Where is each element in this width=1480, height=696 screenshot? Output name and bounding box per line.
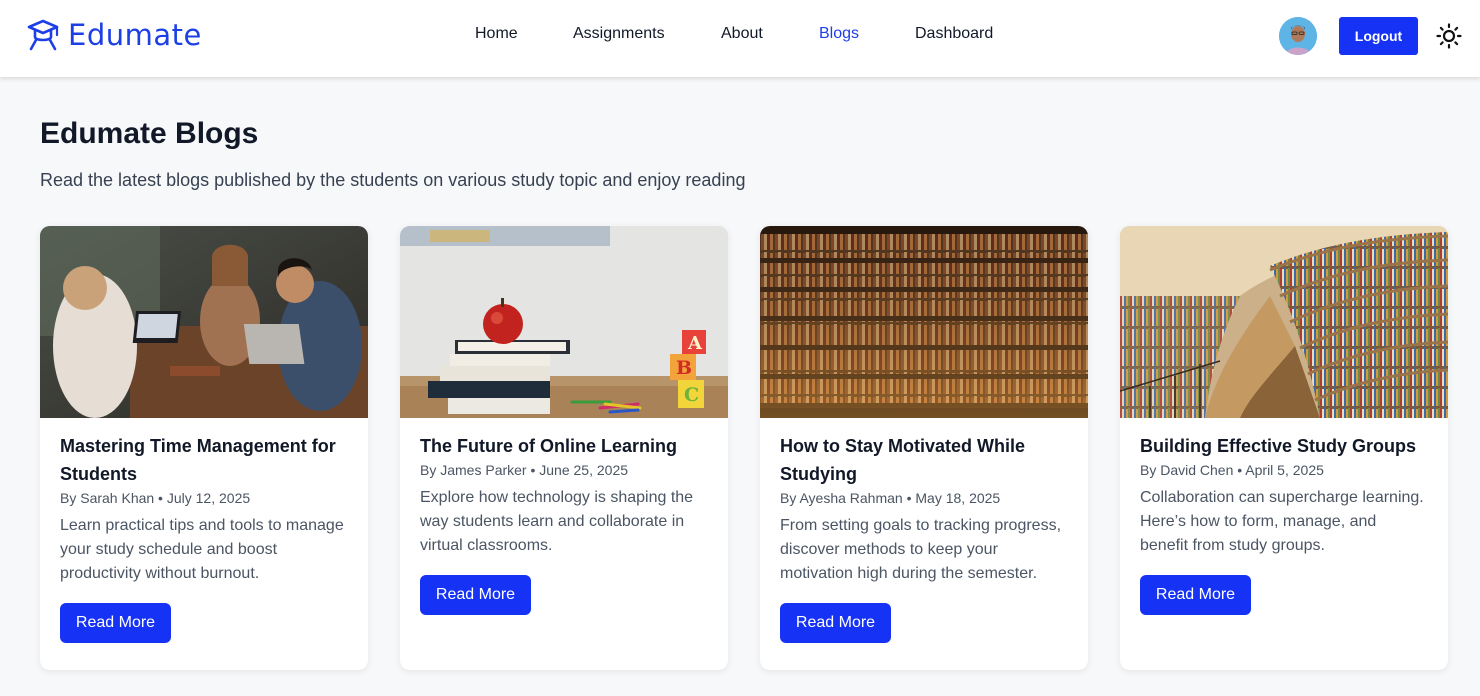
read-more-button[interactable]: Read More	[1140, 575, 1251, 615]
nav-assignments[interactable]: Assignments	[573, 25, 665, 43]
sun-icon[interactable]	[1436, 23, 1462, 49]
blog-title[interactable]: Mastering Time Management for Students	[60, 432, 348, 488]
read-more-button[interactable]: Read More	[60, 603, 171, 643]
svg-text:B: B	[676, 357, 692, 379]
nav-home[interactable]: Home	[475, 25, 518, 43]
blog-card: How to Stay Motivated While Studying By …	[760, 226, 1088, 670]
blog-meta: By Ayesha Rahman • May 18, 2025	[780, 490, 1001, 506]
nav-about[interactable]: About	[721, 25, 763, 43]
blog-description: Learn practical tips and tools to manage…	[60, 517, 344, 582]
logout-button[interactable]: Logout	[1339, 17, 1418, 55]
page-subtitle: Read the latest blogs published by the s…	[40, 170, 746, 190]
blog-image-apple-books: A B C	[400, 226, 728, 418]
blog-title[interactable]: Building Effective Study Groups	[1140, 432, 1428, 460]
top-navbar: Edumate Home Assignments About Blogs Das…	[0, 0, 1480, 77]
blog-title[interactable]: How to Stay Motivated While Studying	[780, 432, 1068, 488]
blog-card: Mastering Time Management for Students B…	[40, 226, 368, 670]
blog-card: A B C The Future of Online Learning By J…	[400, 226, 728, 670]
blog-image-students	[40, 226, 368, 418]
read-more-button[interactable]: Read More	[780, 603, 891, 643]
blog-description: Explore how technology is shaping the wa…	[420, 489, 694, 554]
nav-dashboard[interactable]: Dashboard	[915, 25, 993, 43]
blog-title[interactable]: The Future of Online Learning	[420, 432, 708, 460]
page-title: Edumate Blogs	[40, 117, 259, 150]
blog-description: From setting goals to tracking progress,…	[780, 517, 1062, 582]
main-nav: Home Assignments About Blogs Dashboard	[0, 25, 1480, 47]
svg-text:C: C	[684, 384, 699, 406]
blog-meta: By James Parker • June 25, 2025	[420, 462, 629, 478]
blog-image-curved-library	[1120, 226, 1448, 418]
blog-meta: By David Chen • April 5, 2025	[1140, 462, 1324, 478]
blog-image-library-shelves	[760, 226, 1088, 418]
user-avatar[interactable]	[1279, 17, 1317, 55]
nav-blogs[interactable]: Blogs	[819, 25, 859, 43]
blog-meta: By Sarah Khan • July 12, 2025	[60, 490, 251, 506]
svg-text:A: A	[687, 333, 703, 354]
read-more-button[interactable]: Read More	[420, 575, 531, 615]
blog-card: Building Effective Study Groups By David…	[1120, 226, 1448, 670]
blog-description: Collaboration can supercharge learning. …	[1140, 489, 1424, 554]
user-avatar-icon	[1279, 17, 1317, 55]
